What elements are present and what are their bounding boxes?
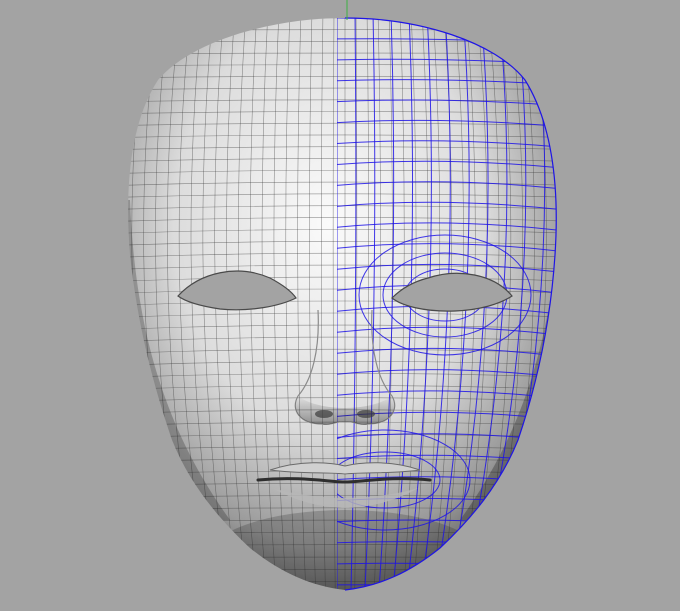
3d-viewport[interactable] (0, 0, 680, 611)
viewport-canvas[interactable] (0, 0, 680, 611)
left-nostril (315, 410, 333, 418)
right-nostril (357, 410, 375, 418)
